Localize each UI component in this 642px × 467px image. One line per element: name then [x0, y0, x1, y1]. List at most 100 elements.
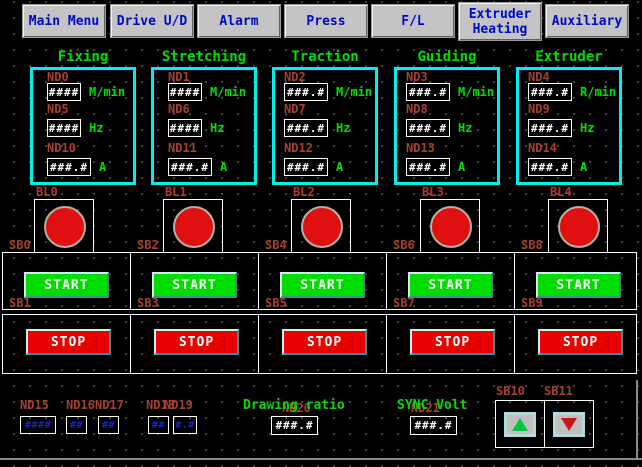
numeric-display: ###.#	[528, 119, 572, 137]
numeric-display: #.#	[173, 416, 197, 434]
numeric-display: ###.#	[284, 158, 328, 176]
numeric-display: ##	[148, 416, 169, 434]
nd-tag: ND17	[95, 399, 124, 411]
lamp-tag: BL3	[422, 186, 444, 198]
nd-tag: ND8	[406, 103, 428, 115]
down-button-cell	[544, 400, 594, 448]
nd-tag: ND15	[20, 399, 49, 411]
panel-extruder: ND4 ###.# R/min ND9 ###.# Hz ND14 ###.# A	[516, 67, 622, 185]
unit-label: M/min	[89, 85, 125, 99]
panel-traction: ND2 ###.#M/min ND7 ###.#Hz ND12 ###.#A	[272, 67, 378, 185]
nd-tag: ND3	[406, 71, 428, 83]
panel-stretching: ND1 ####M/min ND6 ####Hz ND11 ###.#A	[151, 67, 257, 185]
down-button-tag: SB11	[544, 385, 573, 397]
numeric-display: ###.#	[528, 158, 572, 176]
nd-tag: ND14	[528, 142, 557, 154]
numeric-display: ###.#	[528, 83, 572, 101]
start-button-tag: SB0	[9, 239, 31, 251]
numeric-display: ###.#	[406, 158, 450, 176]
unit-label: Hz	[89, 121, 103, 135]
lamp-box-extruder	[548, 199, 608, 253]
nd-tag: ND4	[528, 71, 550, 83]
run-lamp-icon	[430, 206, 472, 248]
lamp-tag: BL4	[550, 186, 572, 198]
unit-label: Hz	[580, 121, 594, 135]
panel-guiding: ND3 ###.#M/min ND8 ###.#Hz ND13 ###.#A	[394, 67, 500, 185]
up-triangle-icon	[512, 418, 528, 431]
numeric-display: ##	[98, 416, 119, 434]
section-title-extruder: Extruder	[506, 49, 632, 65]
stop-button-tag: SB9	[521, 297, 543, 309]
numeric-display: ###.#	[406, 83, 450, 101]
menu-button-press[interactable]: Press	[284, 4, 368, 38]
unit-label: Hz	[210, 121, 224, 135]
unit-label: M/min	[210, 85, 246, 99]
numeric-display: ####	[20, 416, 56, 434]
nd-tag: ND10	[47, 142, 76, 154]
sync-volt-label: SYNC Volt	[397, 398, 467, 413]
nd-tag: ND5	[47, 103, 69, 115]
numeric-display: ####	[47, 119, 81, 137]
lamp-tag: BL0	[36, 186, 58, 198]
numeric-display: ####	[47, 83, 81, 101]
nd-tag: ND9	[528, 103, 550, 115]
nd-tag: ND11	[168, 142, 197, 154]
up-button-cell	[495, 400, 545, 448]
stop-button-traction[interactable]: STOP	[282, 329, 367, 355]
stop-button-stretching[interactable]: STOP	[154, 329, 239, 355]
panel-fixing: ND0 #### M/min ND5 #### Hz ND10 ###.# A	[30, 67, 136, 185]
nd-tag: ND0	[47, 71, 69, 83]
section-title-traction: Traction	[262, 49, 388, 65]
lamp-box-traction	[291, 199, 351, 253]
unit-label: Hz	[458, 121, 472, 135]
unit-label: R/min	[580, 85, 616, 99]
nd-tag: ND2	[284, 71, 306, 83]
numeric-display: ###.#	[47, 158, 91, 176]
numeric-display: ###.#	[284, 83, 328, 101]
decrease-button[interactable]	[553, 412, 585, 437]
start-button-traction[interactable]: START	[280, 272, 365, 298]
section-title-fixing: Fixing	[20, 49, 146, 65]
unit-label: A	[336, 160, 343, 174]
unit-label: A	[458, 160, 465, 174]
unit-label: A	[580, 160, 587, 174]
drawing-ratio-label: Drawing ratio	[243, 398, 345, 413]
stop-button-guiding[interactable]: STOP	[410, 329, 495, 355]
unit-label: A	[220, 160, 227, 174]
numeric-display: ####	[168, 83, 202, 101]
lamp-box-guiding	[420, 199, 480, 253]
start-button-tag: SB2	[137, 239, 159, 251]
nd-tag: ND6	[168, 103, 190, 115]
lamp-box-stretching	[163, 199, 223, 253]
start-button-extruder[interactable]: START	[536, 272, 621, 298]
start-button-guiding[interactable]: START	[408, 272, 493, 298]
menu-button-auxiliary[interactable]: Auxiliary	[545, 4, 629, 38]
stop-button-tag: SB1	[9, 297, 31, 309]
stop-button-extruder[interactable]: STOP	[538, 329, 623, 355]
window-edge-bottom	[0, 458, 642, 460]
menu-button-fl[interactable]: F/L	[371, 4, 455, 38]
stop-button-fixing[interactable]: STOP	[26, 329, 111, 355]
numeric-display: ###.#	[284, 119, 328, 137]
menu-button-extruder-heating[interactable]: Extruder Heating	[458, 2, 542, 41]
up-button-tag: SB10	[496, 385, 525, 397]
stop-button-tag: SB5	[265, 297, 287, 309]
unit-label: A	[99, 160, 106, 174]
lamp-tag: BL1	[165, 186, 187, 198]
menu-button-alarm[interactable]: Alarm	[197, 4, 281, 38]
menu-button-main-menu[interactable]: Main Menu	[22, 4, 106, 38]
menu-button-drive-ud[interactable]: Drive U/D	[110, 4, 194, 38]
increase-button[interactable]	[504, 412, 536, 437]
numeric-display: ###.#	[168, 158, 212, 176]
lamp-box-fixing	[34, 199, 94, 253]
run-lamp-icon	[44, 206, 86, 248]
start-button-tag: SB6	[393, 239, 415, 251]
unit-label: M/min	[458, 85, 494, 99]
down-triangle-icon	[561, 418, 577, 431]
hmi-screen: Main Menu Drive U/D Alarm Press F/L Extr…	[0, 0, 642, 467]
start-button-fixing[interactable]: START	[24, 272, 109, 298]
start-button-stretching[interactable]: START	[152, 272, 237, 298]
start-button-tag: SB8	[521, 239, 543, 251]
run-lamp-icon	[301, 206, 343, 248]
numeric-display: ##	[66, 416, 87, 434]
